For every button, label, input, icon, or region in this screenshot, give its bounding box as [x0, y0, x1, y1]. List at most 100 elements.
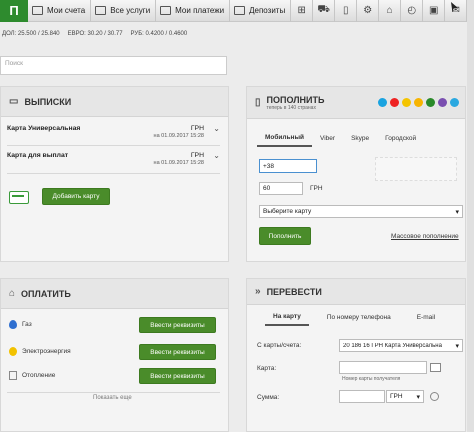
pay-panel: ⌂ ОПЛАТИТЬ Газ Ввести реквизиты Электроэ… — [0, 278, 229, 432]
card-select[interactable]: Выберите карту ▾ — [259, 205, 463, 218]
rate-usd: ДОЛ: 25.500 / 25.840 — [2, 31, 60, 37]
nav-label: Мои счета — [47, 6, 86, 15]
recipient-card-input[interactable] — [339, 361, 427, 374]
nav-my-accounts[interactable]: Мои счета — [28, 0, 92, 22]
chevron-down-icon[interactable]: ⌄ — [213, 124, 220, 133]
tab-mobile[interactable]: Мобильный — [257, 129, 312, 147]
sum-currency-select[interactable]: ГРН ▾ — [386, 390, 424, 403]
mail-icon[interactable]: ✉ — [445, 0, 468, 22]
phone-icon: ▯ — [255, 97, 261, 108]
divider — [7, 145, 220, 146]
gas-enter-details-button[interactable]: Ввести реквизиты — [139, 317, 216, 333]
topup-title: ПОПОЛНИТЬ — [266, 94, 325, 105]
from-card-label: С карты/счета: — [257, 342, 302, 349]
electricity-enter-details-button[interactable]: Ввести реквизиты — [139, 344, 216, 360]
card-row-payouts[interactable]: Карта для выплат ГРН на 01.09.2017 15:28… — [7, 151, 220, 170]
pay-row-heating: Отопление — [9, 371, 55, 380]
card-row-universal[interactable]: Карта Универсальная ГРН на 01.09.2017 15… — [7, 124, 220, 143]
pay-row-gas: Газ — [9, 320, 32, 329]
topup-header: ▯ ПОПОЛНИТЬ теперь в 140 странах — [247, 87, 465, 119]
nav-label: Мои платежи — [175, 6, 225, 15]
bulk-topup-link[interactable]: Массовое пополнение — [391, 233, 459, 240]
skype-icon[interactable] — [450, 98, 459, 107]
settings-icon[interactable]: ⚙ — [357, 0, 380, 22]
bank-logo[interactable]: П — [0, 0, 28, 22]
operator-icons — [378, 98, 459, 107]
sum-currency-value: ГРН — [390, 393, 403, 400]
card-name: Карта для выплат — [7, 152, 69, 159]
chevron-down-icon: ▾ — [416, 393, 420, 401]
viber-icon[interactable] — [438, 98, 447, 107]
transfer-tabs: На карту По номеру телефона E-mail — [265, 308, 443, 326]
statements-title: ВЫПИСКИ — [24, 96, 72, 107]
transport-icon[interactable]: ⛟ — [313, 0, 336, 22]
home-icon[interactable]: ⌂ — [379, 0, 402, 22]
nav-all-services[interactable]: Все услуги — [91, 0, 157, 22]
lifecell-icon[interactable] — [402, 98, 411, 107]
pay-title: ОПЛАТИТЬ — [21, 288, 71, 299]
from-card-value: 20 186 16 ГРН Карта Универсальна — [343, 342, 442, 349]
tab-skype[interactable]: Skype — [343, 129, 377, 147]
card-date: на 01.09.2017 15:28 — [153, 160, 204, 166]
history-icon[interactable]: ◴ — [401, 0, 424, 22]
kyivstar-icon[interactable] — [378, 98, 387, 107]
rate-eur: ЕВРО: 30.20 / 30.77 — [67, 31, 123, 37]
vodafone-icon[interactable] — [390, 98, 399, 107]
nav-deposits[interactable]: Депозиты — [230, 0, 292, 22]
transfer-title: ПЕРЕВЕСТИ — [266, 286, 322, 297]
gift-icon[interactable]: ⊞ — [291, 0, 314, 22]
phone-input[interactable]: +38 — [259, 159, 317, 173]
card-scan-icon[interactable] — [430, 363, 441, 372]
rate-rub: РУБ: 0.4200 / 0.4600 — [130, 31, 188, 37]
nav-label: Все услуги — [110, 6, 151, 15]
sum-input[interactable] — [339, 390, 385, 403]
topup-submit-button[interactable]: Пополнить — [259, 227, 311, 245]
divider — [7, 173, 220, 174]
sum-label: Сумма: — [257, 394, 280, 401]
top-navigation-bar: П Мои счета Все услуги Мои платежи Депоз… — [0, 0, 474, 22]
info-icon[interactable] — [430, 392, 439, 401]
recipient-card-hint: Номер карты получателя — [342, 376, 401, 382]
topup-panel: ▯ ПОПОЛНИТЬ теперь в 140 странах Мобильн… — [246, 86, 466, 262]
amount-input[interactable]: 60 — [259, 182, 303, 195]
search-input[interactable]: Поиск — [0, 56, 227, 75]
tab-to-card[interactable]: На карту — [265, 308, 309, 326]
chevron-down-icon: ▾ — [455, 342, 459, 350]
card-name: Карта Универсальная — [7, 125, 81, 132]
heating-enter-details-button[interactable]: Ввести реквизиты — [139, 368, 216, 384]
lightbulb-icon — [9, 347, 17, 356]
statements-panel: ▭ ВЫПИСКИ Карта Универсальная ГРН на 01.… — [0, 86, 229, 262]
nav-label: Депозиты — [249, 6, 286, 15]
recipient-card-label: Карта: — [257, 365, 277, 372]
chevron-down-icon[interactable]: ⌄ — [213, 151, 220, 160]
exchange-rates: ДОЛ: 25.500 / 25.840 ЕВРО: 30.20 / 30.77… — [2, 31, 187, 37]
pay-row-label: Электроэнергия — [22, 348, 71, 355]
chevron-down-icon: ▾ — [455, 208, 459, 216]
tab-landline[interactable]: Городской — [377, 129, 424, 147]
trimob-icon[interactable] — [426, 98, 435, 107]
pay-row-electricity: Электроэнергия — [9, 347, 71, 356]
divider — [7, 392, 220, 393]
statements-header: ▭ ВЫПИСКИ — [1, 87, 228, 117]
tab-viber[interactable]: Viber — [312, 129, 343, 147]
amount-currency: ГРН — [310, 185, 323, 192]
from-card-select[interactable]: 20 186 16 ГРН Карта Универсальна ▾ — [339, 339, 463, 352]
mobile-icon[interactable]: ▯ — [335, 0, 358, 22]
tab-by-phone[interactable]: По номеру телефона — [319, 308, 399, 326]
show-more-link[interactable]: Показать еще — [93, 395, 132, 401]
tab-email[interactable]: E-mail — [409, 308, 443, 326]
deposits-icon — [234, 6, 246, 15]
topup-tabs: Мобильный Viber Skype Городской — [257, 129, 424, 147]
nav-my-payments[interactable]: Мои платежи — [156, 0, 231, 22]
pay-header: ⌂ ОПЛАТИТЬ — [1, 279, 228, 309]
topup-title-wrap: ПОПОЛНИТЬ теперь в 140 странах — [267, 95, 325, 111]
add-card-button[interactable]: Добавить карту — [42, 188, 110, 205]
pay-row-label: Газ — [22, 321, 32, 328]
card-currency: ГРН — [190, 152, 204, 159]
intertelecom-icon[interactable] — [414, 98, 423, 107]
bag-icon[interactable]: ▣ — [423, 0, 446, 22]
wallet-icon: ▭ — [9, 96, 19, 107]
card-date: на 01.09.2017 15:28 — [153, 133, 204, 139]
card-select-value: Выберите карту — [263, 208, 312, 215]
topup-subtitle: теперь в 140 странах — [266, 104, 316, 111]
